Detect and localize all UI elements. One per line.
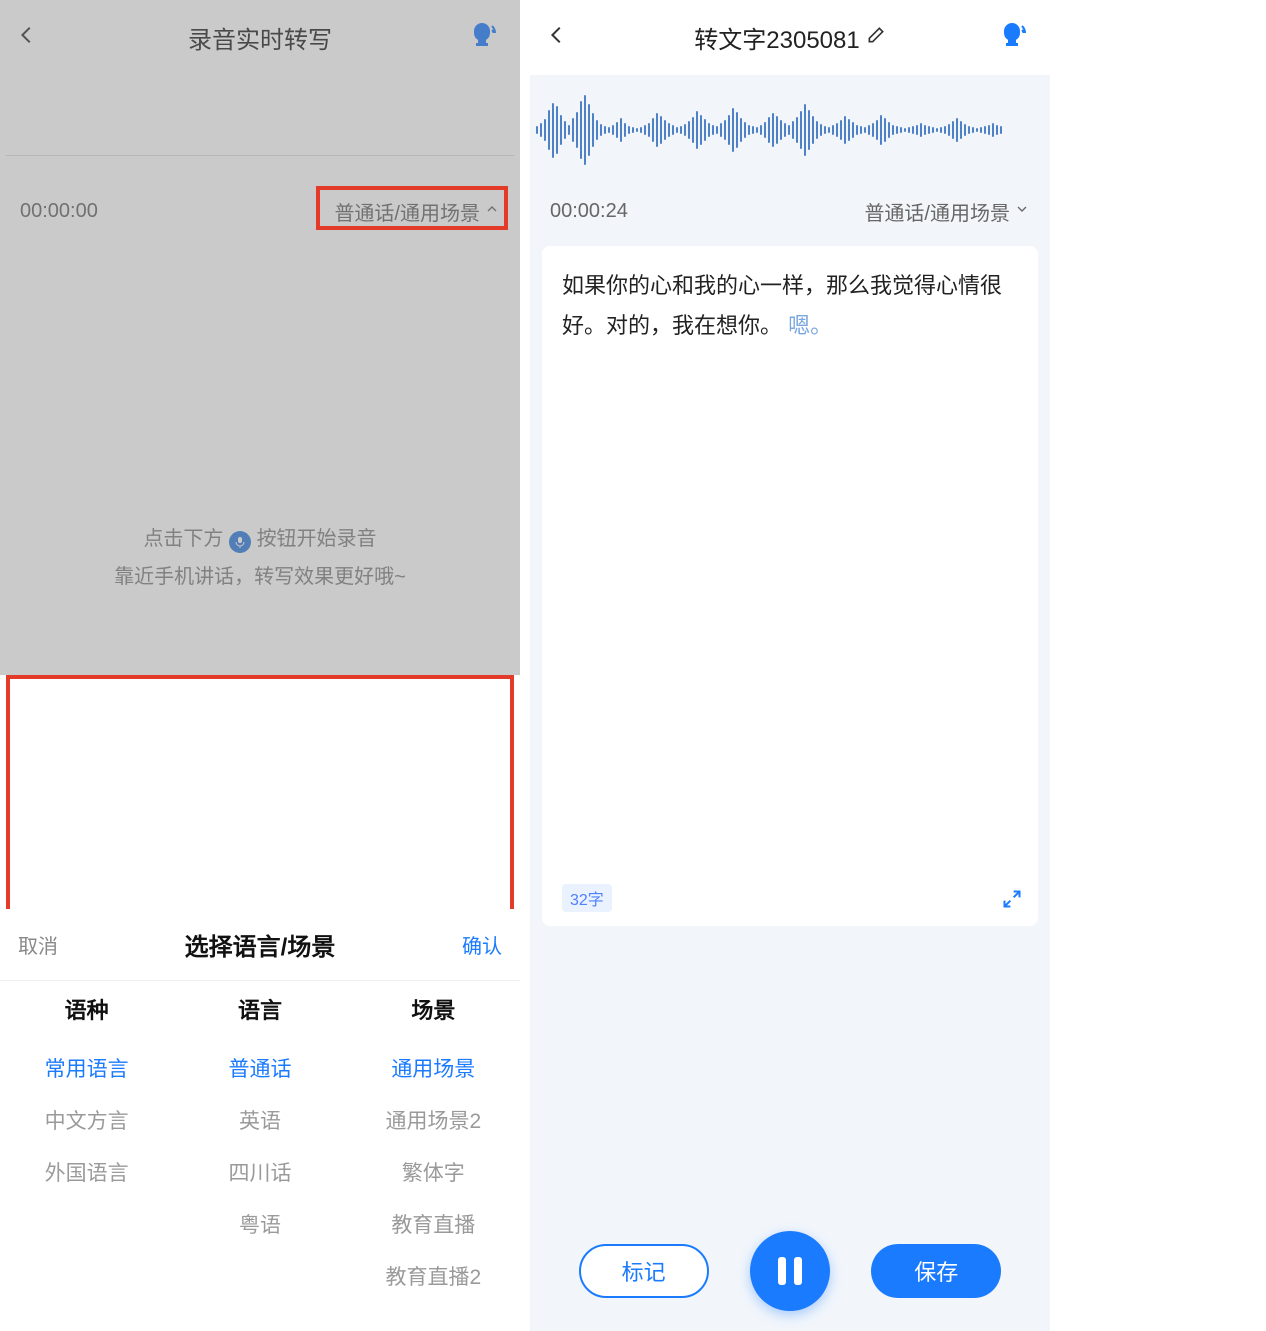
confirm-button[interactable]: 确认 — [462, 930, 502, 959]
picker-option[interactable]: 通用场景 — [391, 1053, 475, 1083]
sheet-columns: 语种 常用语言 中文方言 外国语言 语言 普通话 英语 四川话 粤语 场景 通用… — [0, 981, 520, 1331]
sheet-header: 取消 选择语言/场景 确认 — [0, 909, 520, 981]
microphone-icon — [229, 531, 251, 553]
column-lang: 语言 普通话 英语 四川话 粤语 — [173, 993, 346, 1291]
picker-option[interactable]: 繁体字 — [402, 1157, 465, 1187]
hint-line1a: 点击下方 — [143, 528, 223, 550]
elapsed-time: 00:00:24 — [550, 200, 628, 223]
elapsed-time: 00:00:00 — [20, 200, 98, 223]
info-row: 00:00:00 普通话/通用场景 — [0, 185, 520, 238]
edit-icon[interactable] — [862, 24, 886, 52]
chevron-down-icon — [1014, 200, 1030, 223]
screen-transcript: 转文字2305081 00:00:24 普通话/通用场景 如果你的心和我的心一样… — [530, 0, 1050, 1331]
language-selector[interactable]: 普通话/通用场景 — [334, 197, 500, 226]
action-bar: 标记 保存 — [530, 1231, 1050, 1311]
col-head-lang: 语言 — [238, 993, 282, 1025]
language-selector-label: 普通话/通用场景 — [334, 197, 480, 226]
mark-button[interactable]: 标记 — [579, 1244, 709, 1298]
language-sheet: 取消 选择语言/场景 确认 语种 常用语言 中文方言 外国语言 语言 普通话 英… — [0, 909, 520, 1331]
picker-option[interactable]: 粤语 — [239, 1209, 281, 1239]
picker-option[interactable]: 普通话 — [228, 1053, 291, 1083]
screen-record: 录音实时转写 00:00:00 普通话/通用场景 点击下方 按钮开始录音 靠近手… — [0, 0, 520, 1331]
picker-option[interactable]: 外国语言 — [45, 1157, 129, 1187]
record-hint: 点击下方 按钮开始录音 靠近手机讲话，转写效果更好哦~ — [0, 520, 520, 596]
char-count-badge: 32字 — [562, 884, 612, 912]
picker-option[interactable]: 常用语言 — [45, 1053, 129, 1083]
language-selector[interactable]: 普通话/通用场景 — [864, 197, 1030, 226]
waveform-empty — [0, 75, 520, 185]
chevron-up-icon — [484, 200, 500, 223]
header: 转文字2305081 — [530, 0, 1050, 75]
pause-button[interactable] — [750, 1231, 830, 1311]
col-head-scene: 场景 — [411, 993, 455, 1025]
title-text: 转文字2305081 — [694, 20, 859, 55]
speaker-voice-icon[interactable] — [998, 19, 1030, 56]
column-type: 语种 常用语言 中文方言 外国语言 — [0, 993, 173, 1291]
save-button[interactable]: 保存 — [871, 1244, 1001, 1298]
speaker-voice-icon[interactable] — [468, 19, 500, 56]
picker-option[interactable]: 英语 — [239, 1105, 281, 1135]
picker-option[interactable]: 四川话 — [228, 1157, 291, 1187]
header: 录音实时转写 — [0, 0, 520, 75]
col-head-type: 语种 — [65, 993, 109, 1025]
picker-option[interactable]: 教育直播2 — [385, 1261, 481, 1291]
column-scene: 场景 通用场景 通用场景2 繁体字 教育直播 教育直播2 — [347, 993, 520, 1291]
info-row: 00:00:24 普通话/通用场景 — [530, 185, 1050, 238]
transcript-main: 如果你的心和我的心一样，那么我觉得心情很好。对的，我在想你。 — [562, 273, 1002, 338]
picker-option[interactable]: 教育直播 — [391, 1209, 475, 1239]
page-title: 转文字2305081 — [530, 20, 1050, 55]
transcript-panel: 如果你的心和我的心一样，那么我觉得心情很好。对的，我在想你。 嗯。 32字 — [542, 246, 1038, 926]
transcript-hint: 嗯。 — [788, 313, 832, 338]
page-title: 录音实时转写 — [0, 20, 520, 55]
picker-option[interactable]: 中文方言 — [45, 1105, 129, 1135]
transcript-text[interactable]: 如果你的心和我的心一样，那么我觉得心情很好。对的，我在想你。 嗯。 — [562, 266, 1018, 345]
cancel-button[interactable]: 取消 — [18, 930, 58, 959]
hint-line2: 靠近手机讲话，转写效果更好哦~ — [0, 558, 520, 596]
expand-icon[interactable] — [1002, 889, 1022, 914]
waveform-audio[interactable] — [530, 75, 1050, 185]
hint-line1b: 按钮开始录音 — [257, 528, 377, 550]
sheet-title: 选择语言/场景 — [185, 927, 336, 962]
language-selector-label: 普通话/通用场景 — [864, 197, 1010, 226]
picker-option[interactable]: 通用场景2 — [385, 1105, 481, 1135]
